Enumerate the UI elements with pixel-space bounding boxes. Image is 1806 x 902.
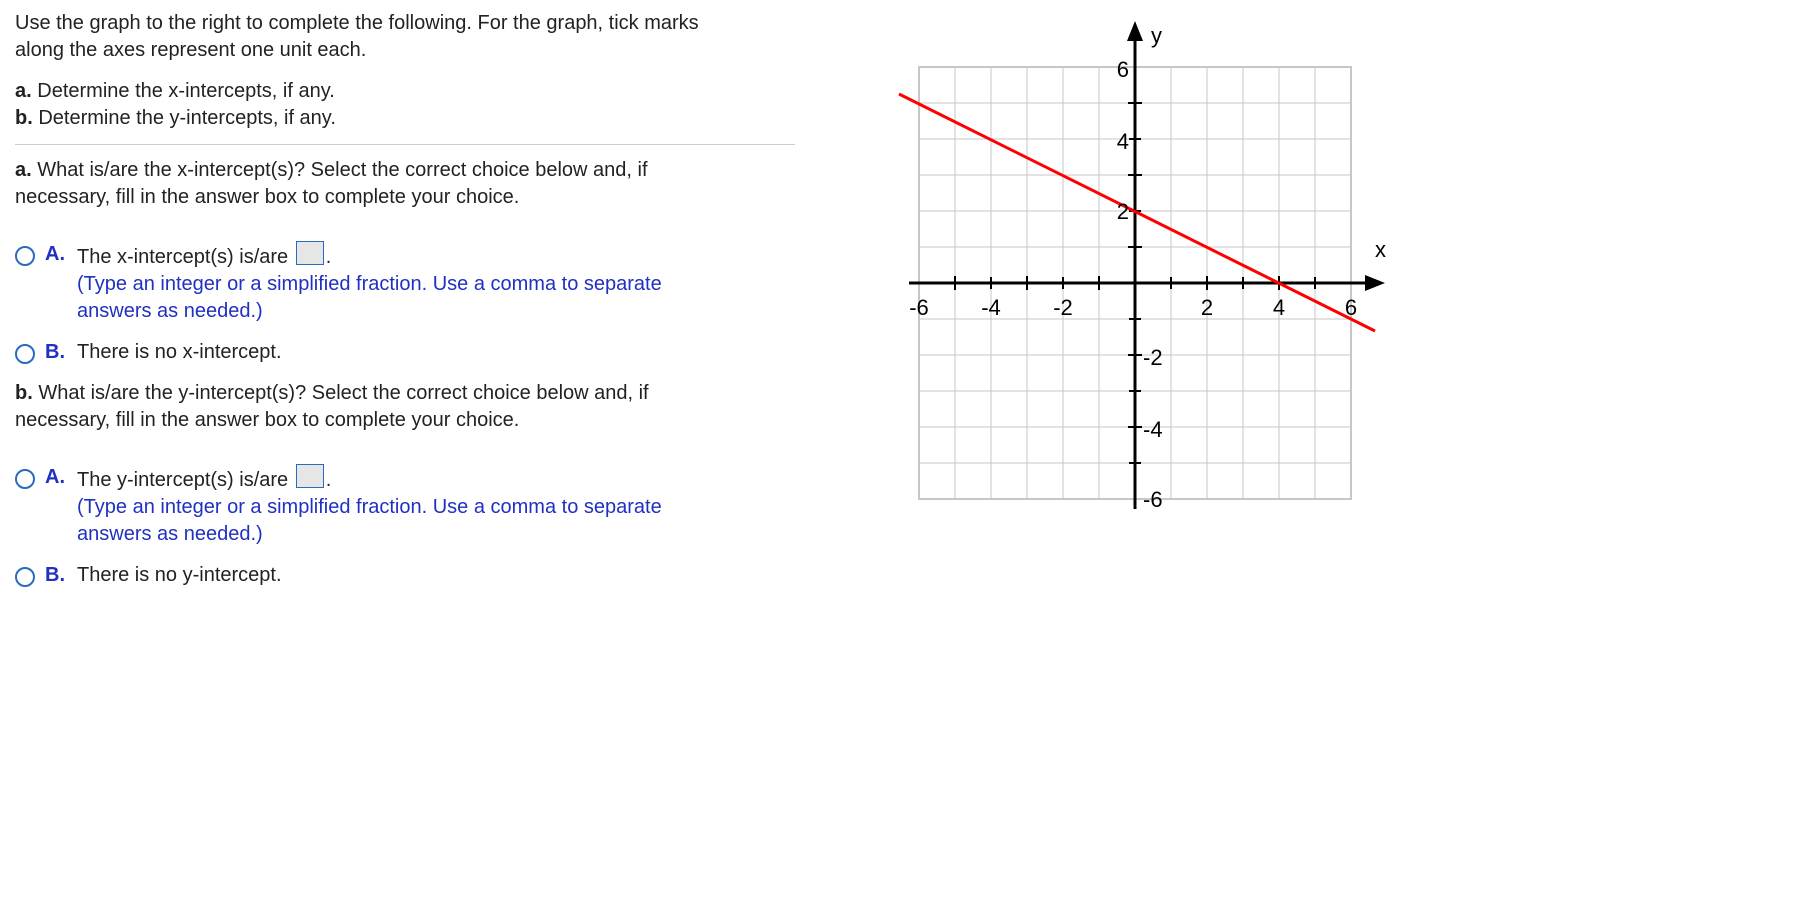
answer-box[interactable] — [296, 241, 324, 265]
option-text-after: . — [326, 246, 332, 268]
option-hint: (Type an integer or a simplified fractio… — [77, 494, 795, 548]
intro-text: Use the graph to the right to complete t… — [15, 10, 795, 64]
option-letter: A. — [45, 241, 67, 268]
y-tick: 6 — [1117, 57, 1129, 82]
option-text-before: The x-intercept(s) is/are — [77, 246, 294, 268]
x-tick: -6 — [909, 295, 929, 320]
radio-icon[interactable] — [15, 246, 35, 266]
x-axis-label: x — [1375, 237, 1386, 262]
question-a-prompt: a. a. What is/are the x-intercept(s)? Se… — [15, 157, 795, 211]
qa-option-a[interactable]: A. The x-intercept(s) is/are . (Type an … — [15, 241, 795, 325]
option-text: There is no y-intercept. — [77, 564, 282, 586]
option-text-after: . — [326, 469, 332, 491]
divider — [15, 144, 795, 145]
task-list: a. Determine the x-intercepts, if any. b… — [15, 78, 795, 132]
x-tick: 4 — [1273, 295, 1285, 320]
option-letter: B. — [45, 562, 67, 589]
y-tick: -6 — [1143, 487, 1163, 512]
qb-option-b[interactable]: B. There is no y-intercept. — [15, 562, 795, 589]
x-tick: 2 — [1201, 295, 1213, 320]
x-tick: 6 — [1345, 295, 1357, 320]
y-axis-label: y — [1151, 23, 1162, 48]
option-letter: B. — [45, 339, 67, 366]
radio-icon[interactable] — [15, 469, 35, 489]
radio-icon[interactable] — [15, 567, 35, 587]
y-tick: -2 — [1143, 345, 1163, 370]
question-b-prompt: b. What is/are the y-intercept(s)? Selec… — [15, 380, 795, 434]
qa-option-b[interactable]: B. There is no x-intercept. — [15, 339, 795, 366]
y-tick: 4 — [1117, 129, 1129, 154]
option-text: There is no x-intercept. — [77, 341, 282, 363]
radio-icon[interactable] — [15, 344, 35, 364]
qb-option-a[interactable]: A. The y-intercept(s) is/are . (Type an … — [15, 464, 795, 548]
x-tick: -4 — [981, 295, 1001, 320]
y-tick: -4 — [1143, 417, 1163, 442]
y-tick: 2 — [1117, 199, 1129, 224]
graph: y x -6 -4 -2 2 4 6 6 4 2 -2 — [875, 15, 1395, 655]
option-hint: (Type an integer or a simplified fractio… — [77, 271, 795, 325]
option-letter: A. — [45, 464, 67, 491]
answer-box[interactable] — [296, 464, 324, 488]
x-tick: -2 — [1053, 295, 1073, 320]
option-text-before: The y-intercept(s) is/are — [77, 469, 294, 491]
